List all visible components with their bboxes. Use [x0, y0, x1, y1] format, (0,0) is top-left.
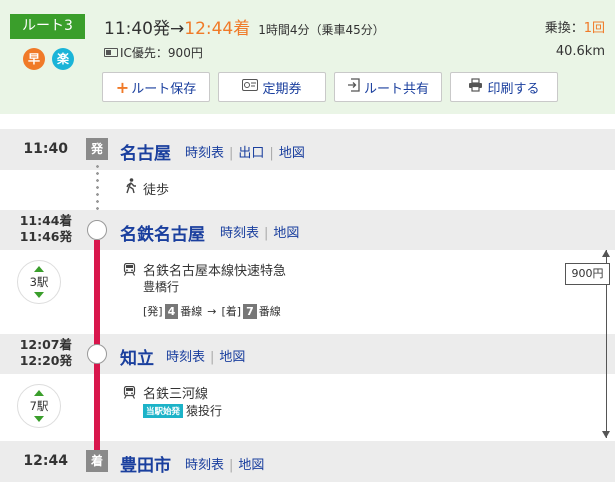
station-links: 時刻表 | 地図 [220, 226, 300, 241]
departure-tag: 発 [86, 138, 108, 160]
map-link[interactable]: 地図 [238, 458, 264, 473]
share-route-button[interactable]: ルート共有 [334, 72, 442, 102]
train-line-info: 名鉄名古屋本線快速特急 [123, 260, 286, 279]
train-line-info: 名鉄三河線 [123, 383, 208, 402]
expand-down-icon [34, 416, 44, 422]
timetable-link[interactable]: 時刻表 [220, 226, 259, 241]
fastest-badge-icon: 早 [23, 48, 45, 70]
map-link[interactable]: 地図 [219, 350, 245, 365]
transfer-count: 乗換：1回 [545, 17, 605, 36]
station-links: 時刻表 | 出口 | 地図 [185, 146, 305, 161]
route-time-summary: 11:40発→12:44着 1時間4分（乗車45分） [104, 14, 385, 39]
arr-platform-suffix: 番線 [258, 305, 281, 318]
segment-fare: 900円 [565, 263, 610, 285]
station-time: 11:40 [23, 141, 68, 157]
printer-icon [468, 78, 483, 96]
train-icon [123, 385, 136, 399]
train-line-name[interactable]: 名鉄三河線 [143, 383, 208, 402]
print-label: 印刷する [487, 81, 540, 97]
expand-up-icon [34, 390, 44, 396]
commuter-pass-label: 定期券 [262, 81, 302, 97]
walk-segment: 徒歩 [125, 178, 169, 198]
arrival-time: 11:44着 [19, 213, 72, 228]
route-distance: 40.6km [555, 44, 605, 59]
transfer-label: 乗換： [544, 21, 584, 36]
timetable-link[interactable]: 時刻表 [185, 146, 224, 161]
train-destination: 猿投行 [186, 404, 223, 418]
dep-platform-label: [発] [143, 305, 163, 318]
station-time: 12:07着 12:20発 [0, 337, 72, 369]
map-link[interactable]: 地図 [273, 226, 299, 241]
station-links: 時刻表 | 地図 [166, 350, 246, 365]
departure-time: 11:46発 [19, 229, 72, 244]
train-icon [123, 262, 136, 276]
stop-count: 7駅 [29, 399, 49, 413]
stop-count-toggle[interactable]: 3駅 [17, 260, 61, 304]
pass-card-icon [242, 79, 259, 95]
stop-count-toggle[interactable]: 7駅 [17, 384, 61, 428]
expand-down-icon [34, 292, 44, 298]
station-time: 11:44着 11:46発 [0, 213, 72, 245]
plus-icon: + [115, 77, 130, 97]
station-node [87, 344, 107, 364]
stop-count: 3駅 [29, 275, 49, 289]
arrival-tag: 着 [86, 450, 108, 472]
map-link[interactable]: 地図 [279, 146, 305, 161]
station-name-nagoya[interactable]: 名古屋 [120, 139, 171, 164]
walk-label: 徒歩 [143, 182, 170, 198]
save-route-label: ルート保存 [131, 81, 197, 97]
arrive-time: 12:44着 [184, 19, 251, 39]
arrival-time: 12:07着 [19, 337, 72, 352]
save-route-button[interactable]: + ルート保存 [102, 72, 210, 102]
share-route-label: ルート共有 [363, 81, 429, 97]
timetable-link[interactable]: 時刻表 [185, 458, 224, 473]
origin-station-tag: 当駅始発 [143, 403, 184, 418]
transfer-number: 1回 [583, 21, 605, 36]
print-button[interactable]: 印刷する [450, 72, 558, 102]
departure-time: 12:20発 [19, 353, 72, 368]
platform-arrow: → [207, 304, 217, 318]
train-destination: 豊橋行 [143, 280, 180, 294]
ic-card-icon [104, 48, 118, 57]
route-number-badge: ルート3 [10, 14, 85, 39]
ic-fare-text: IC優先：900円 [120, 46, 203, 60]
dep-platform-number: 4 [164, 303, 179, 319]
walk-dotted-line [96, 163, 99, 213]
route-summary-header: ルート3 早 楽 11:40発→12:44着 1時間4分（乗車45分） IC優先：… [0, 0, 615, 114]
station-name-meitetsu-nagoya[interactable]: 名鉄名古屋 [120, 220, 205, 245]
arrow-text: → [170, 19, 185, 39]
station-name-chiryu[interactable]: 知立 [120, 344, 154, 369]
station-name-toyotashi[interactable]: 豊田市 [120, 451, 171, 476]
commuter-pass-button[interactable]: 定期券 [218, 72, 326, 102]
depart-time: 11:40発 [104, 19, 170, 39]
ic-fare-line: IC優先：900円 [104, 44, 203, 61]
exit-link[interactable]: 出口 [238, 146, 264, 161]
route-duration: 1時間4分（乗車45分） [258, 23, 385, 37]
arr-platform-number: 7 [243, 303, 257, 319]
train-line-name[interactable]: 名鉄名古屋本線快速特急 [143, 260, 286, 279]
station-links: 時刻表 | 地図 [185, 458, 265, 473]
platform-info: [発] 4 番線 → [着] 7 番線 [143, 303, 281, 319]
timetable-link[interactable]: 時刻表 [166, 350, 205, 365]
dep-platform-suffix: 番線 [180, 305, 203, 318]
easiest-badge-icon: 楽 [52, 48, 74, 70]
expand-up-icon [34, 266, 44, 272]
share-icon [347, 78, 360, 96]
arr-platform-label: [着] [221, 305, 242, 318]
station-node [87, 220, 107, 240]
walking-person-icon [125, 178, 137, 198]
station-time: 12:44 [23, 453, 68, 469]
train-destination-row: 当駅始発 猿投行 [143, 402, 222, 419]
